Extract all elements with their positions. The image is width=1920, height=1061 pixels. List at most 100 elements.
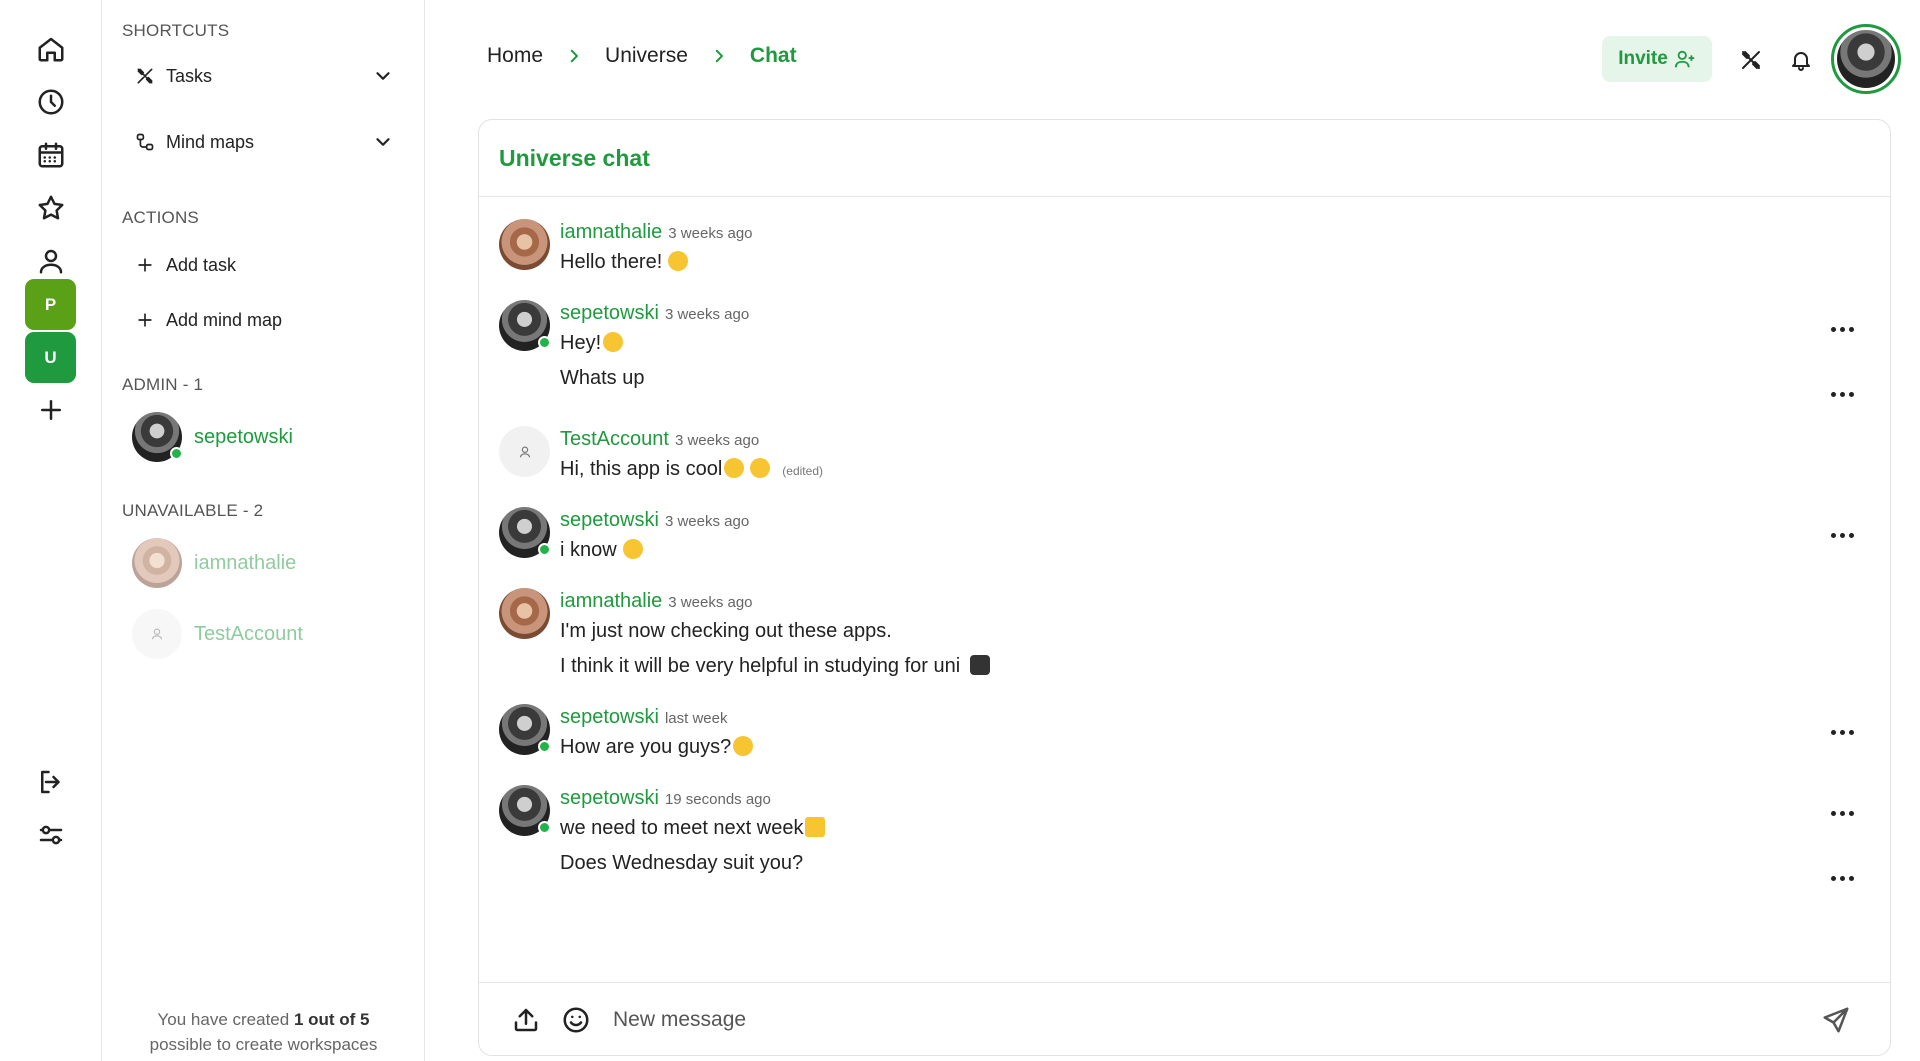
member-name: sepetowski: [194, 425, 293, 448]
online-indicator: [170, 447, 183, 460]
member-name: TestAccount: [194, 622, 303, 645]
message-time: 3 weeks ago: [668, 225, 753, 242]
user-plus-icon: [1674, 50, 1694, 68]
breadcrumb-universe[interactable]: Universe: [605, 44, 688, 68]
more-options-button[interactable]: [1822, 521, 1862, 549]
message-composer: [479, 982, 1890, 1055]
online-indicator: [538, 543, 551, 556]
message-author[interactable]: sepetowski: [560, 509, 659, 532]
message-author[interactable]: sepetowski: [560, 302, 659, 325]
member-name: iamnathalie: [194, 551, 297, 574]
more-options-button[interactable]: [1822, 315, 1862, 343]
icon-rail: P U: [0, 0, 102, 1061]
home-icon[interactable]: [26, 24, 76, 74]
message-line: Hello there!: [560, 251, 689, 274]
workspace-p[interactable]: P: [25, 279, 76, 330]
emoji-picker-icon[interactable]: [559, 1003, 593, 1037]
message-text: we need to meet next week: [560, 817, 804, 839]
message-time: 19 seconds ago: [664, 791, 771, 808]
workspace-letter: P: [44, 294, 57, 314]
shortcut-label: Mind maps: [166, 131, 255, 152]
chat-title: Universe chat: [499, 145, 650, 171]
breadcrumb-chat[interactable]: Chat: [750, 44, 797, 68]
message-author[interactable]: sepetowski: [560, 706, 659, 729]
message-text: I think it will be very helpful in study…: [560, 655, 961, 677]
chevron-right-icon: [565, 47, 583, 65]
divider: [479, 196, 1890, 197]
more-options-button[interactable]: [1822, 380, 1862, 408]
actions-title: ACTIONS: [122, 208, 199, 227]
tools-icon: [134, 65, 156, 87]
student-emoji-icon: [970, 655, 991, 675]
message-author[interactable]: sepetowski: [560, 787, 659, 810]
shortcuts-title: SHORTCUTS: [122, 21, 230, 40]
settings-sliders-icon[interactable]: [26, 810, 76, 860]
plus-icon: [134, 309, 156, 331]
message-text: i know: [560, 539, 617, 561]
user-placeholder-icon: [519, 446, 530, 457]
upload-icon[interactable]: [509, 1003, 543, 1037]
calendar-icon[interactable]: [26, 130, 76, 180]
more-options-button[interactable]: [1822, 799, 1862, 827]
plus-icon: [134, 254, 156, 276]
invite-label: Invite: [1618, 48, 1668, 69]
avatar: [499, 300, 551, 351]
message-time: 3 weeks ago: [668, 594, 753, 611]
member-sepetowski[interactable]: sepetowski: [132, 412, 293, 462]
sunglasses-emoji-icon: [724, 458, 745, 478]
star-icon[interactable]: [26, 183, 76, 233]
message-line: Whats up: [560, 367, 644, 390]
online-indicator: [538, 821, 551, 834]
avatar: [499, 588, 550, 639]
message-line: I think it will be very helpful in study…: [560, 655, 991, 678]
action-label: Add mind map: [166, 309, 283, 330]
shortcut-label: Tasks: [166, 65, 213, 86]
workspace-u[interactable]: U: [25, 332, 76, 383]
bell-icon[interactable]: [1785, 44, 1817, 76]
profile-avatar[interactable]: [1831, 24, 1901, 94]
add-task-button[interactable]: Add task: [134, 247, 394, 283]
clock-icon[interactable]: [26, 77, 76, 127]
plus-icon[interactable]: [26, 385, 76, 435]
message-text: Does Wednesday suit you?: [560, 852, 804, 874]
shortcut-mind-maps[interactable]: Mind maps: [134, 124, 394, 160]
workspace-limit-note: You have created 1 out of 5 possible to …: [102, 1007, 425, 1057]
tools-icon[interactable]: [1735, 44, 1767, 76]
chevron-down-icon[interactable]: [372, 131, 394, 153]
message-input[interactable]: [613, 1001, 1713, 1039]
online-indicator: [538, 740, 551, 753]
message-text: Hey!: [560, 332, 602, 354]
more-options-button[interactable]: [1822, 718, 1862, 746]
note-suffix: possible to create workspaces: [149, 1035, 378, 1054]
message-line: Does Wednesday suit you?: [560, 852, 803, 875]
message-line: I'm just now checking out these apps.: [560, 620, 892, 643]
send-icon[interactable]: [1819, 1003, 1853, 1037]
tongue-emoji-icon: [733, 736, 754, 756]
message-author[interactable]: TestAccount: [560, 428, 669, 451]
member-iamnathalie[interactable]: iamnathalie: [132, 538, 296, 588]
edited-label: (edited): [782, 464, 823, 478]
message-line: Hi, this app is cool (edited): [560, 458, 823, 481]
workspace-letter: U: [44, 347, 57, 367]
message-author[interactable]: iamnathalie: [560, 221, 662, 244]
sparkles-emoji-icon: [805, 817, 826, 837]
note-count: 1 out of 5: [293, 1010, 370, 1029]
message-line: Hey!: [560, 332, 624, 355]
grin-emoji-icon: [668, 251, 689, 271]
invite-button[interactable]: Invite: [1602, 36, 1712, 82]
breadcrumb-home[interactable]: Home: [487, 44, 543, 68]
online-indicator: [538, 336, 551, 349]
shortcut-tasks[interactable]: Tasks: [134, 58, 394, 94]
avatar: [132, 609, 182, 659]
member-testaccount[interactable]: TestAccount: [132, 609, 303, 659]
logout-icon[interactable]: [26, 757, 76, 807]
user-placeholder-icon: [151, 628, 163, 640]
avatar: [132, 538, 182, 588]
chevron-down-icon[interactable]: [372, 65, 394, 87]
message-author[interactable]: iamnathalie: [560, 590, 662, 613]
message-text: Whats up: [560, 367, 645, 389]
message-time: last week: [664, 710, 728, 727]
chevron-right-icon: [710, 47, 728, 65]
more-options-button[interactable]: [1822, 864, 1862, 892]
add-mind-map-button[interactable]: Add mind map: [134, 302, 394, 338]
